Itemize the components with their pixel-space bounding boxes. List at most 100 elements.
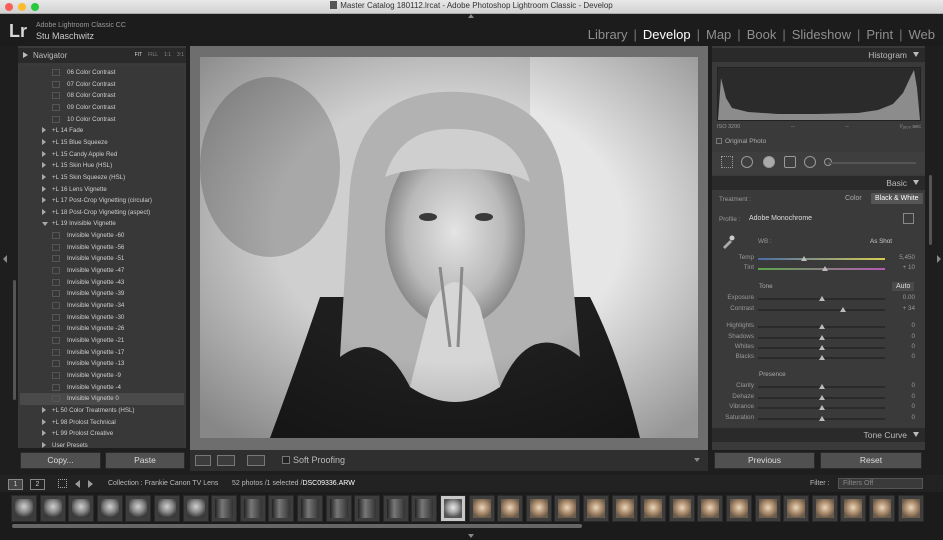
wb-eyedropper-icon[interactable] [721, 235, 735, 249]
filmstrip-thumbnail[interactable] [411, 495, 438, 522]
filmstrip-thumbnail[interactable] [697, 495, 724, 522]
dehaze-slider-handle[interactable] [818, 395, 825, 400]
disclosure-triangle-icon[interactable] [42, 185, 46, 192]
clarity-value[interactable]: 0 [875, 382, 915, 389]
zoom-fit[interactable]: FIT [135, 52, 143, 58]
module-slideshow[interactable]: Slideshow [792, 27, 851, 42]
zoom-3-1[interactable]: 3:1 [177, 52, 184, 58]
blacks-slider[interactable] [758, 355, 885, 360]
preset-item[interactable]: 10 Color Contrast [20, 114, 184, 126]
previous-settings-button[interactable]: Previous [714, 452, 815, 469]
wb-dropdown[interactable]: As Shot [870, 238, 892, 245]
filmstrip-thumbnail[interactable] [668, 495, 695, 522]
filmstrip-thumbnail[interactable] [211, 495, 238, 522]
preset-folder[interactable]: +L 15 Candy Apple Red [20, 149, 184, 161]
disclosure-triangle-icon[interactable] [42, 162, 46, 169]
preset-item[interactable]: Invisible Vignette -56 [20, 242, 184, 254]
zoom-fill[interactable]: FILL [148, 52, 158, 58]
filmstrip-thumbnail[interactable] [726, 495, 752, 522]
highlights-slider-handle[interactable] [818, 324, 825, 329]
saturation-slider[interactable] [758, 416, 885, 421]
preset-item[interactable]: Invisible Vignette -17 [20, 347, 184, 359]
contrast-slider-handle[interactable] [840, 307, 847, 312]
preset-item[interactable]: Invisible Vignette -26 [20, 323, 184, 335]
main-photo[interactable] [200, 57, 698, 438]
preset-folder[interactable]: +L 98 Prolost Technical [20, 417, 184, 429]
preset-item[interactable]: 06 Color Contrast [20, 67, 184, 79]
crop-tool-icon[interactable] [721, 156, 733, 168]
highlights-value[interactable]: 0 [875, 322, 915, 329]
tint-value[interactable]: + 10 [875, 264, 915, 271]
preset-folder[interactable]: +L 19 Invisible Vignette [20, 218, 184, 230]
disclosure-triangle-icon[interactable] [42, 173, 46, 180]
tool-size-slider[interactable] [828, 162, 916, 164]
module-print[interactable]: Print [866, 27, 893, 42]
main-window-button[interactable]: 1 [8, 479, 23, 490]
basic-header[interactable]: Basic [712, 176, 925, 190]
preset-item[interactable]: Invisible Vignette -39 [20, 288, 184, 300]
bottom-panel-toggle-icon[interactable] [468, 534, 474, 538]
preset-folder[interactable]: +L 15 Skin Squeeze (HSL) [20, 172, 184, 184]
collection-source[interactable]: Collection : Frankie Canon TV Lens [108, 480, 218, 487]
radial-filter-tool-icon[interactable] [804, 156, 816, 168]
filmstrip-thumbnail[interactable] [325, 495, 352, 522]
disclosure-triangle-icon[interactable] [42, 406, 46, 413]
vibrance-slider[interactable] [758, 405, 885, 410]
zoom-1-1[interactable]: 1:1 [164, 52, 171, 58]
auto-tone-button[interactable]: Auto [892, 282, 915, 291]
filmstrip-thumbnail[interactable] [382, 495, 409, 522]
dehaze-value[interactable]: 0 [875, 393, 915, 400]
module-library[interactable]: Library [588, 27, 628, 42]
profile-browser-grid-icon[interactable] [903, 213, 914, 224]
filmstrip-thumbnail[interactable] [811, 495, 838, 522]
original-photo-checkbox[interactable] [716, 138, 722, 144]
module-develop[interactable]: Develop [643, 27, 691, 42]
preset-folder[interactable]: +L 15 Blue Squeeze [20, 137, 184, 149]
forward-arrow-icon[interactable] [88, 480, 93, 488]
disclosure-triangle-icon[interactable] [42, 430, 46, 437]
graduated-filter-tool-icon[interactable] [784, 156, 796, 168]
histogram-graph[interactable] [717, 67, 921, 121]
tint-slider[interactable] [758, 266, 885, 271]
filmstrip-thumbnail[interactable] [154, 495, 180, 522]
blacks-value[interactable]: 0 [875, 353, 915, 360]
filmstrip-thumbnail[interactable] [96, 495, 123, 522]
preset-item[interactable]: Invisible Vignette -30 [20, 312, 184, 324]
vibrance-slider-handle[interactable] [818, 405, 825, 410]
filmstrip-thumbnail[interactable] [182, 495, 209, 522]
exposure-slider-handle[interactable] [818, 296, 825, 301]
histogram-header[interactable]: Histogram [712, 48, 925, 62]
temp-value[interactable]: 5,450 [875, 254, 915, 261]
selected-filename[interactable]: DSC09336.ARW [302, 480, 354, 487]
tone-curve-header[interactable]: Tone Curve [712, 428, 925, 442]
top-panel-toggle-icon[interactable] [468, 14, 474, 18]
left-panel-toggle-icon[interactable] [3, 255, 7, 263]
right-panel-scrollbar[interactable] [929, 175, 932, 245]
preset-item[interactable]: Invisible Vignette -9 [20, 370, 184, 382]
preset-folder[interactable]: +L 14 Fade [20, 125, 184, 137]
preset-folder[interactable]: +L 15 Skin Hue (HSL) [20, 160, 184, 172]
profile-dropdown[interactable]: Adobe Monochrome [749, 215, 812, 222]
copy-settings-button[interactable]: Copy... [20, 452, 101, 469]
filmstrip-thumbnail[interactable] [754, 495, 781, 522]
shadows-slider[interactable] [758, 335, 885, 340]
filmstrip-thumbnail[interactable] [440, 495, 466, 522]
filmstrip-scrollbar[interactable] [12, 524, 582, 528]
disclosure-triangle-icon[interactable] [42, 127, 46, 134]
temp-slider-handle[interactable] [800, 256, 807, 261]
filmstrip-thumbnail[interactable] [840, 495, 867, 522]
preset-item[interactable]: Invisible Vignette -51 [20, 253, 184, 265]
module-web[interactable]: Web [909, 27, 936, 42]
filmstrip-thumbnail[interactable] [68, 495, 95, 522]
filmstrip-thumbnail[interactable] [611, 495, 638, 522]
red-eye-tool-icon[interactable] [763, 156, 775, 168]
module-book[interactable]: Book [747, 27, 777, 42]
preset-item[interactable]: Invisible Vignette -47 [20, 265, 184, 277]
preset-folder[interactable]: User Presets [20, 440, 184, 448]
filmstrip-thumbnail[interactable] [39, 495, 66, 522]
dehaze-slider[interactable] [758, 395, 885, 400]
blacks-slider-handle[interactable] [818, 355, 825, 360]
highlights-slider[interactable] [758, 324, 885, 329]
before-after-view-button[interactable] [217, 455, 235, 466]
preset-folder[interactable]: +L 17 Post-Crop Vignetting (circular) [20, 195, 184, 207]
